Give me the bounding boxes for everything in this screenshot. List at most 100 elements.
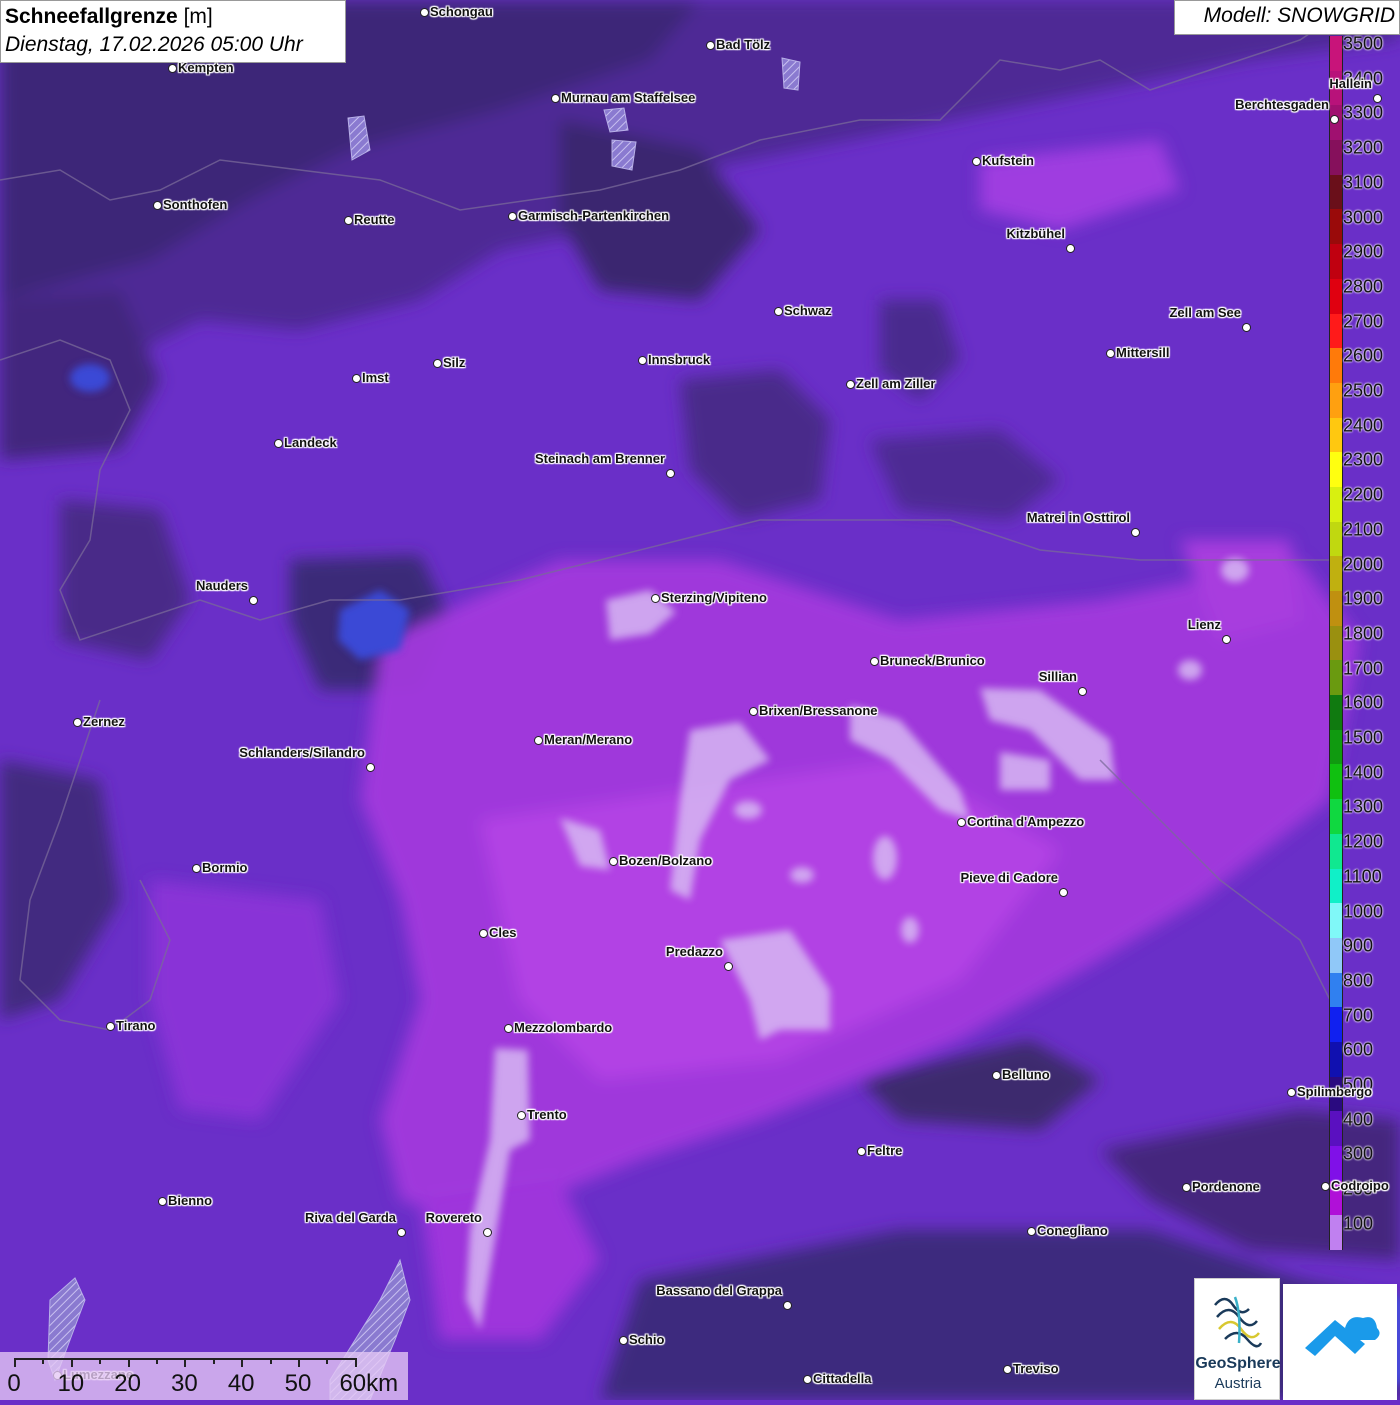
legend-label: 100 xyxy=(1343,1213,1374,1234)
geosphere-name: GeoSphere xyxy=(1195,1355,1281,1372)
legend-swatch xyxy=(1329,799,1343,834)
legend-swatch xyxy=(1329,695,1343,730)
legend-swatch xyxy=(1329,868,1343,904)
city-label: Tirano xyxy=(116,1018,156,1033)
map-datetime: Dienstag, 17.02.2026 05:00 Uhr xyxy=(5,33,303,56)
legend-swatch xyxy=(1329,348,1343,383)
city-dot-icon xyxy=(433,359,442,368)
city-label: Sillian xyxy=(1038,669,1077,684)
city-label: Riva del Garda xyxy=(304,1210,396,1225)
city-dot-icon xyxy=(857,1147,866,1156)
city-label: Codroipo xyxy=(1331,1178,1389,1193)
scale-tick xyxy=(14,1358,16,1367)
legend-label: 400 xyxy=(1343,1109,1374,1130)
city-dot-icon xyxy=(352,374,361,383)
city-dot-icon xyxy=(1027,1227,1036,1236)
city-dot-icon xyxy=(706,41,715,50)
city-dot-icon xyxy=(724,962,733,971)
city-dot-icon xyxy=(774,307,783,316)
legend-swatch xyxy=(1329,486,1343,522)
weather-app-logo[interactable] xyxy=(1283,1284,1397,1400)
legend-label: 1400 xyxy=(1343,762,1384,783)
scale-tick xyxy=(184,1358,187,1367)
legend-label: 1200 xyxy=(1343,831,1384,852)
legend-swatch xyxy=(1329,972,1343,1008)
city-dot-icon xyxy=(1182,1183,1191,1192)
legend-label: 3100 xyxy=(1343,172,1384,193)
city-dot-icon xyxy=(609,857,618,866)
geosphere-austria-logo[interactable]: GeoSphere Austria xyxy=(1194,1278,1281,1400)
city-dot-icon xyxy=(638,356,647,365)
city-dot-icon xyxy=(666,469,675,478)
city-label: Brixen/Bressanone xyxy=(759,703,878,718)
city-dot-icon xyxy=(479,929,488,938)
legend-label: 2000 xyxy=(1343,554,1384,574)
scale-label: 0 xyxy=(7,1370,21,1397)
legend-swatch xyxy=(1329,764,1343,800)
scale-minor-tick xyxy=(212,1358,215,1364)
city-label: Schwaz xyxy=(784,303,832,318)
city-label: Hallein xyxy=(1329,76,1372,91)
legend-swatch xyxy=(1329,1007,1343,1042)
scale-label: 50 xyxy=(284,1370,312,1397)
city-label: Cittadella xyxy=(813,1371,872,1386)
city-dot-icon xyxy=(1222,635,1231,644)
city-dot-icon xyxy=(344,216,353,225)
scale-tick xyxy=(127,1358,130,1367)
city-label: Silz xyxy=(443,355,466,370)
scale-minor-tick xyxy=(269,1358,272,1364)
city-label: Bienno xyxy=(168,1193,213,1208)
city-dot-icon xyxy=(992,1071,1001,1080)
map-title-box: Schneefallgrenze [m] Dienstag, 17.02.202… xyxy=(0,0,346,63)
city-label: Imst xyxy=(362,370,389,385)
city-dot-icon xyxy=(534,736,543,745)
legend-label: 1100 xyxy=(1343,866,1382,887)
scale-label: 10 xyxy=(57,1370,85,1397)
scale-label: 40 xyxy=(227,1370,255,1397)
city-dot-icon xyxy=(1373,94,1382,103)
legend-label: 800 xyxy=(1343,970,1374,991)
legend-label: 2200 xyxy=(1343,484,1384,505)
scale-label: 20 xyxy=(114,1370,141,1397)
city-dot-icon xyxy=(508,212,517,221)
city-label: Schio xyxy=(629,1332,665,1347)
city-label: Zernez xyxy=(83,714,125,729)
scale-minor-tick xyxy=(326,1358,329,1364)
city-label: Trento xyxy=(527,1107,567,1122)
mountain-cloud-icon xyxy=(1305,1317,1380,1356)
city-dot-icon xyxy=(1131,528,1140,537)
scale-label: 60km xyxy=(339,1370,399,1397)
scale-bar: 0 10 20 30 40 50 60km xyxy=(0,1352,408,1400)
city-label: Cortina d'Ampezzo xyxy=(967,814,1085,829)
legend-swatch xyxy=(1329,278,1343,314)
legend-label: 3000 xyxy=(1343,207,1384,227)
model-label: Modell: SNOWGRID xyxy=(1174,0,1400,35)
color-legend xyxy=(1329,36,1343,1251)
legend-swatch xyxy=(1329,903,1343,938)
city-label: Bassano del Grappa xyxy=(656,1283,782,1298)
city-dot-icon xyxy=(1321,1182,1330,1191)
legend-swatch xyxy=(1329,382,1343,418)
city-dot-icon xyxy=(1066,244,1075,253)
city-label: Spilimbergo xyxy=(1297,1084,1373,1099)
city-label: Schlanders/Silandro xyxy=(239,745,365,760)
scale-tick xyxy=(241,1358,244,1367)
city-label: Sterzing/Vipiteno xyxy=(661,590,767,605)
city-dot-icon xyxy=(803,1375,812,1384)
city-label: Predazzo xyxy=(665,944,723,959)
legend-swatch xyxy=(1329,36,1343,71)
city-label: Feltre xyxy=(867,1143,903,1158)
legend-swatch xyxy=(1329,591,1343,626)
city-label: Bad Tölz xyxy=(716,37,771,52)
legend-swatch xyxy=(1329,1146,1343,1181)
legend-swatch xyxy=(1329,140,1343,175)
city-label: Steinach am Brenner xyxy=(534,451,665,466)
city-dot-icon xyxy=(1287,1088,1296,1097)
city-label: Kitzbühel xyxy=(1006,226,1066,241)
city-label: Matrei in Osttirol xyxy=(1026,510,1130,525)
legend-swatch xyxy=(1329,209,1343,245)
city-label: Rovereto xyxy=(425,1210,482,1225)
city-dot-icon xyxy=(783,1301,792,1310)
legend-label: 900 xyxy=(1343,935,1374,956)
city-dot-icon xyxy=(366,763,375,772)
